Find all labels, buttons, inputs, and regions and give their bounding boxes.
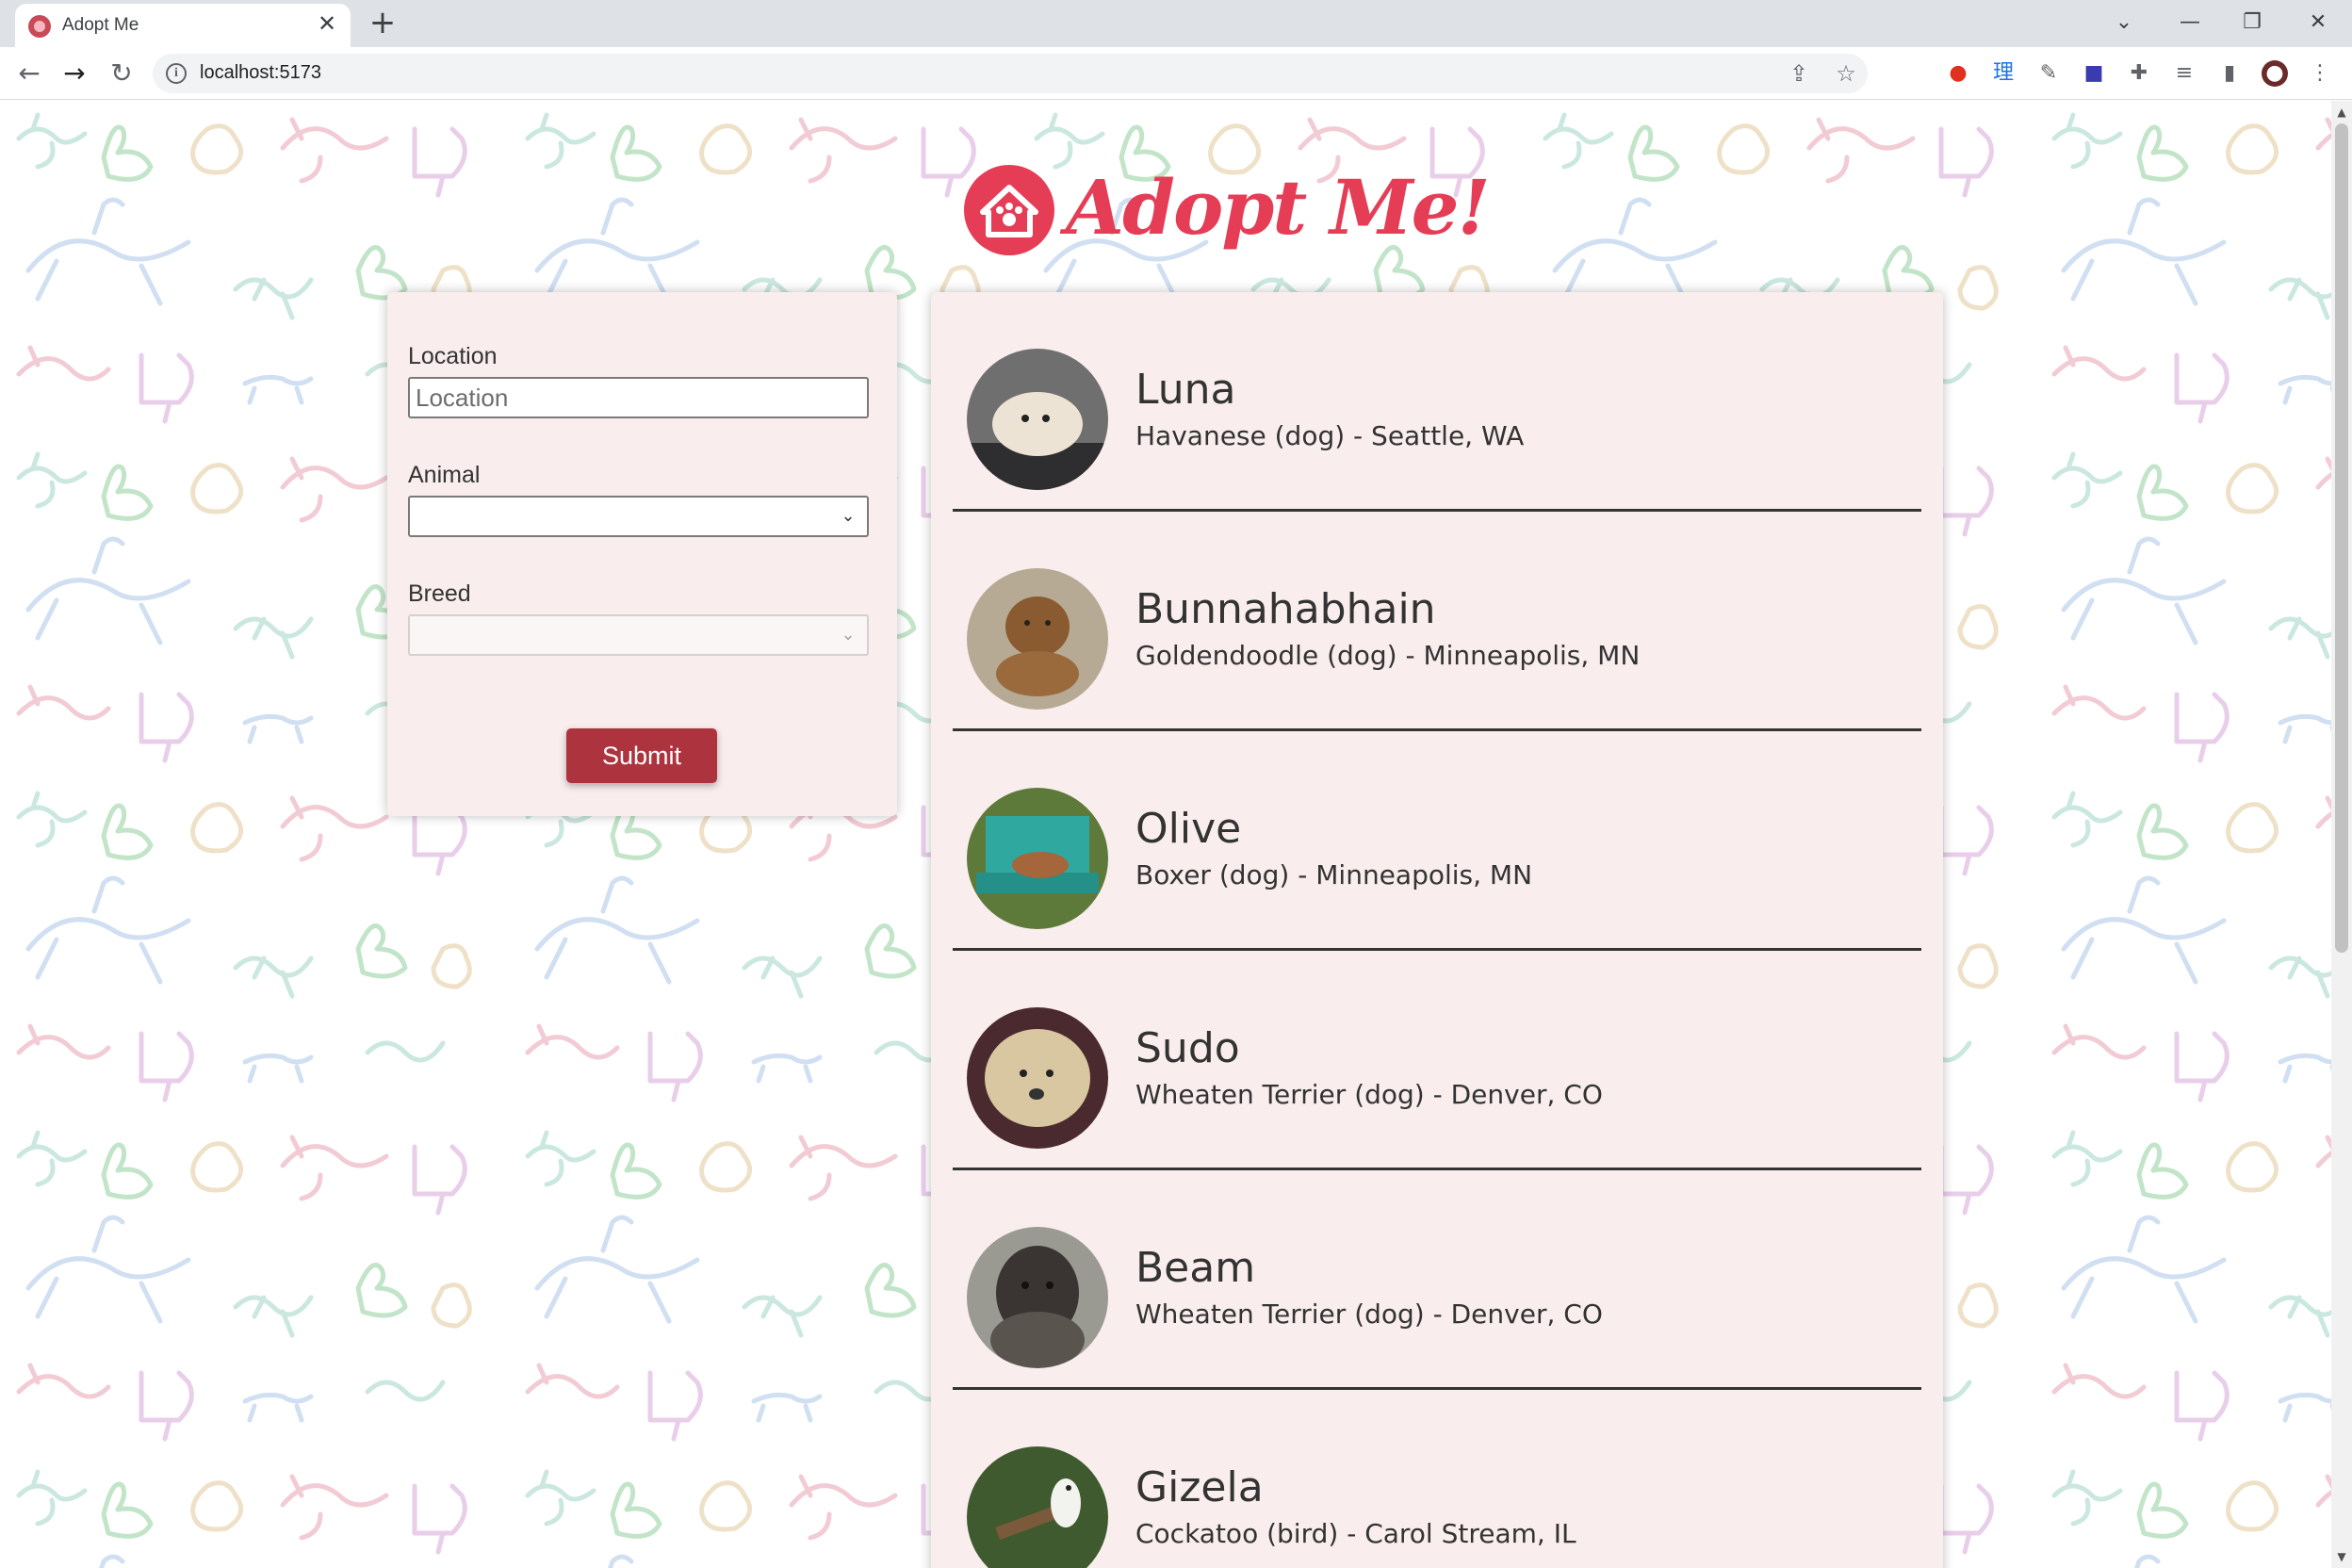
pet-photo-luna <box>967 349 1108 490</box>
tab-title: Adopt Me <box>62 15 139 35</box>
pet-photo-bunnahabhain <box>967 568 1108 710</box>
pet-name: Olive <box>1135 805 1242 853</box>
pet-results-list: Luna Havanese (dog) - Seattle, WA Bunnah… <box>931 292 1943 1568</box>
pet-card-bunnahabhain[interactable]: Bunnahabhain Goldendoodle (dog) - Minnea… <box>953 512 1921 731</box>
extensions-puzzle-icon[interactable]: ✚ <box>2126 60 2152 87</box>
pet-description: Goldendoodle (dog) - Minneapolis, MN <box>1135 640 1641 671</box>
side-panel-icon[interactable]: ▮ <box>2216 60 2243 87</box>
share-icon[interactable]: ⇪ <box>1785 59 1813 88</box>
reload-button[interactable]: ↻ <box>104 56 139 91</box>
pet-name: Gizela <box>1135 1463 1264 1511</box>
site-info-icon[interactable]: i <box>166 63 187 84</box>
extension-color-icon[interactable]: ■ <box>2081 60 2107 87</box>
pet-card-beam[interactable]: Beam Wheaten Terrier (dog) - Denver, CO <box>953 1170 1921 1390</box>
new-tab-button[interactable]: + <box>366 6 400 40</box>
url-text[interactable]: localhost:5173 <box>200 62 321 84</box>
back-button[interactable]: ← <box>11 56 47 91</box>
bookmark-star-icon[interactable]: ☆ <box>1832 59 1860 88</box>
animal-select[interactable]: ⌄ <box>408 496 869 537</box>
address-bar-row: ← → ↻ i localhost:5173 ⇪ ☆ ● 理 ✎ ■ ✚ ≡ ▮… <box>0 47 2352 100</box>
pet-name: Bunnahabhain <box>1135 585 1436 633</box>
chevron-down-icon: ⌄ <box>841 506 856 526</box>
pet-photo-gizela <box>967 1446 1108 1568</box>
omnibox[interactable]: i localhost:5173 ⇪ ☆ <box>153 54 1868 93</box>
extension-translate-icon[interactable]: 理 <box>1990 60 2017 87</box>
pet-name: Luna <box>1135 366 1236 414</box>
restore-button[interactable]: ❐ <box>2233 4 2271 41</box>
chevron-down-icon: ⌄ <box>841 625 856 645</box>
tab-search-chevron-icon[interactable]: ⌄ <box>2105 4 2143 41</box>
pet-name: Sudo <box>1135 1024 1240 1072</box>
pet-photo-olive <box>967 788 1108 929</box>
logo-text: Adopt Me! <box>1066 163 1491 252</box>
scrollbar-thumb[interactable] <box>2335 123 2348 953</box>
reading-list-icon[interactable]: ≡ <box>2171 60 2197 87</box>
pet-card-luna[interactable]: Luna Havanese (dog) - Seattle, WA <box>953 292 1921 512</box>
scroll-up-arrow-icon[interactable]: ▲ <box>2334 105 2349 120</box>
scroll-down-arrow-icon[interactable]: ▼ <box>2334 1549 2349 1564</box>
pet-card-sudo[interactable]: Sudo Wheaten Terrier (dog) - Denver, CO <box>953 951 1921 1170</box>
browser-tab-strip: Adopt Me ✕ + ⌄ — ❐ ✕ <box>0 0 2352 47</box>
pet-description: Wheaten Terrier (dog) - Denver, CO <box>1135 1298 1603 1330</box>
tab-close-icon[interactable]: ✕ <box>315 11 339 36</box>
pet-card-olive[interactable]: Olive Boxer (dog) - Minneapolis, MN <box>953 731 1921 951</box>
pet-card-gizela[interactable]: Gizela Cockatoo (bird) - Carol Stream, I… <box>953 1390 1921 1568</box>
page-scrollbar[interactable]: ▲ ▼ <box>2331 101 2352 1568</box>
pet-name: Beam <box>1135 1244 1256 1292</box>
close-window-button[interactable]: ✕ <box>2299 4 2337 41</box>
search-form: Location Animal ⌄ Breed ⌄ Submit <box>387 292 897 816</box>
adopt-me-logo[interactable]: Adopt Me! <box>964 157 1491 270</box>
breed-label: Breed <box>408 580 471 607</box>
profile-avatar[interactable]: ● <box>2262 60 2288 87</box>
page-viewport: Adopt Me! Location Animal ⌄ Breed ⌄ Subm… <box>0 101 2331 1568</box>
breed-select[interactable]: ⌄ <box>408 614 869 656</box>
pet-description: Wheaten Terrier (dog) - Denver, CO <box>1135 1079 1603 1110</box>
pet-description: Boxer (dog) - Minneapolis, MN <box>1135 859 1533 890</box>
extension-pen-icon[interactable]: ✎ <box>2035 60 2062 87</box>
forward-button[interactable]: → <box>57 56 92 91</box>
browser-tab[interactable]: Adopt Me ✕ <box>15 4 351 47</box>
pet-description: Havanese (dog) - Seattle, WA <box>1135 420 1525 451</box>
extension-red-icon[interactable]: ● <box>1945 60 1971 87</box>
submit-button[interactable]: Submit <box>566 728 717 783</box>
house-paw-icon <box>964 165 1054 255</box>
pet-description: Cockatoo (bird) - Carol Stream, IL <box>1135 1518 1576 1549</box>
pet-photo-sudo <box>967 1007 1108 1149</box>
adopt-me-favicon-icon <box>28 15 51 38</box>
location-label: Location <box>408 343 498 369</box>
minimize-button[interactable]: — <box>2171 4 2209 41</box>
pet-photo-beam <box>967 1227 1108 1368</box>
location-input[interactable] <box>408 377 869 418</box>
animal-label: Animal <box>408 462 481 488</box>
browser-menu-icon[interactable]: ⋮ <box>2307 60 2333 87</box>
